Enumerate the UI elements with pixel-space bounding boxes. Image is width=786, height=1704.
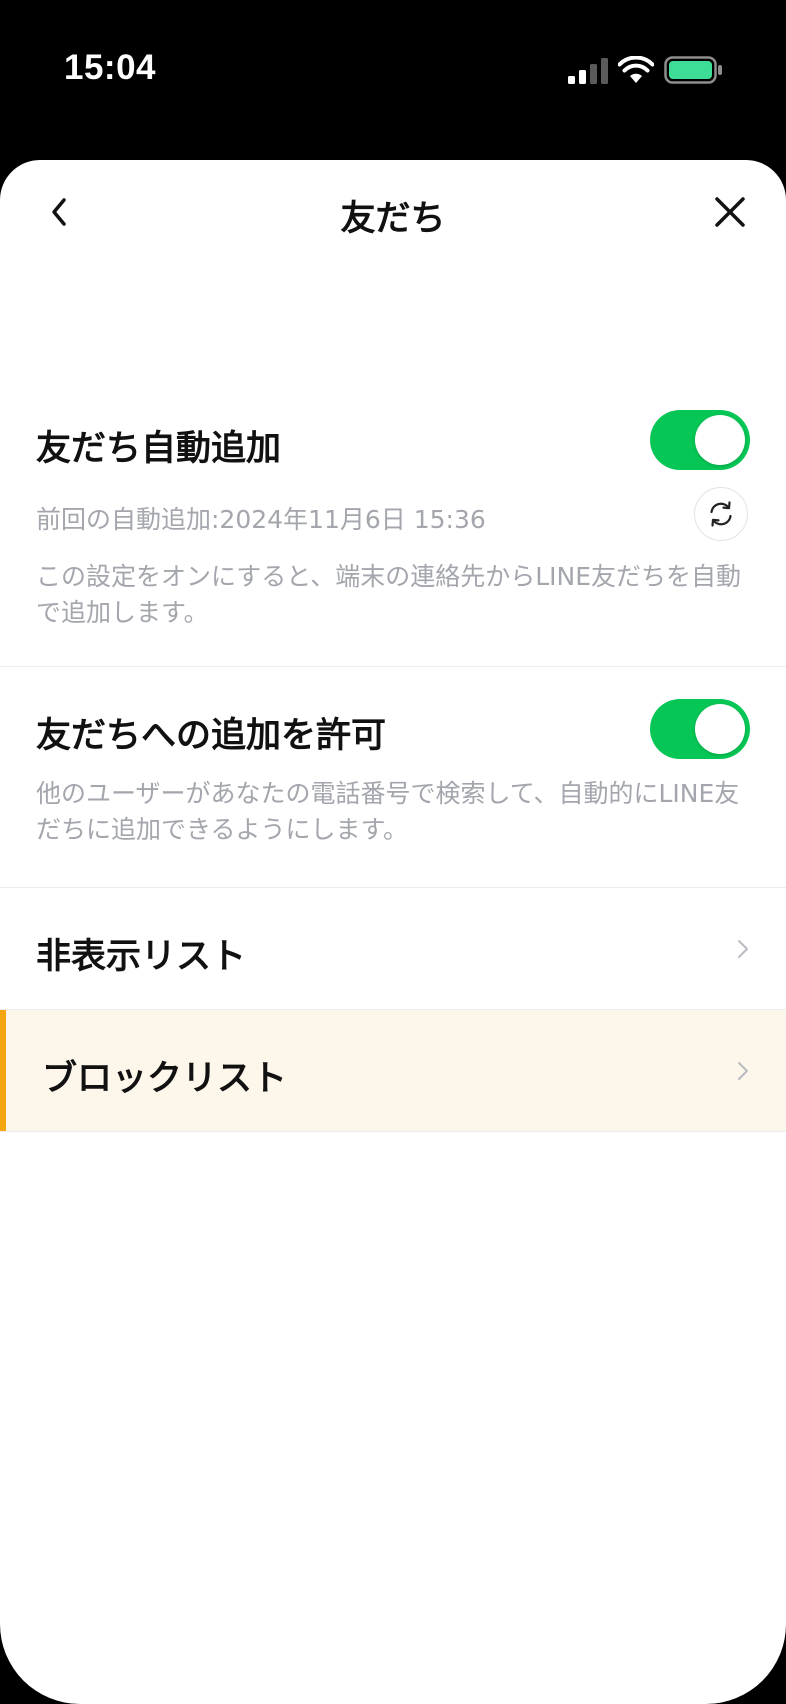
last-added-timestamp: 前回の自動追加:2024年11月6日 15:36 — [36, 505, 486, 534]
auto-add-section: 友だち自動追加 前回の自動追加:2024年11月6日 15:36 この設定をオン… — [0, 270, 786, 667]
nav-bar: 友だち — [0, 160, 786, 270]
phone-screen: 15:04 友だち 友だち自動追加 前回の自動追加:2024年11月6日 15:… — [0, 0, 786, 1704]
allow-add-description: 他のユーザーがあなたの電話番号で検索して、自動的にLINE友だちに追加できるよう… — [36, 779, 740, 844]
auto-add-title: 友だち自動追加 — [36, 429, 282, 469]
allow-add-title: 友だちへの追加を許可 — [36, 716, 387, 756]
cellular-signal-icon — [568, 58, 608, 84]
block-list-label: ブロックリスト — [42, 1059, 288, 1099]
status-time: 15:04 — [64, 48, 157, 87]
wifi-icon — [618, 56, 654, 83]
chevron-right-icon — [738, 940, 748, 958]
allow-add-toggle[interactable] — [650, 699, 750, 759]
selection-accent-bar — [0, 1010, 6, 1131]
auto-add-toggle[interactable] — [650, 410, 750, 470]
auto-add-description: この設定をオンにすると、端末の連絡先からLINE友だちを自動で追加します。 — [36, 562, 742, 627]
allow-add-section: 友だちへの追加を許可 他のユーザーがあなたの電話番号で検索して、自動的にLINE… — [0, 667, 786, 888]
friends-settings-sheet: 友だち 友だち自動追加 前回の自動追加:2024年11月6日 15:36 この設… — [0, 160, 786, 1704]
chevron-right-icon — [738, 1062, 748, 1080]
hidden-list-label: 非表示リスト — [36, 937, 247, 977]
block-list-row[interactable]: ブロックリスト — [0, 1010, 786, 1132]
hidden-list-row[interactable]: 非表示リスト — [0, 888, 786, 1010]
toggle-knob — [695, 704, 745, 754]
refresh-button[interactable] — [694, 487, 748, 541]
status-bar: 15:04 — [0, 0, 786, 150]
page-title: 友だち — [340, 199, 446, 239]
close-icon[interactable] — [708, 190, 752, 234]
toggle-knob — [695, 415, 745, 465]
battery-icon — [664, 56, 722, 84]
refresh-icon — [710, 501, 732, 527]
